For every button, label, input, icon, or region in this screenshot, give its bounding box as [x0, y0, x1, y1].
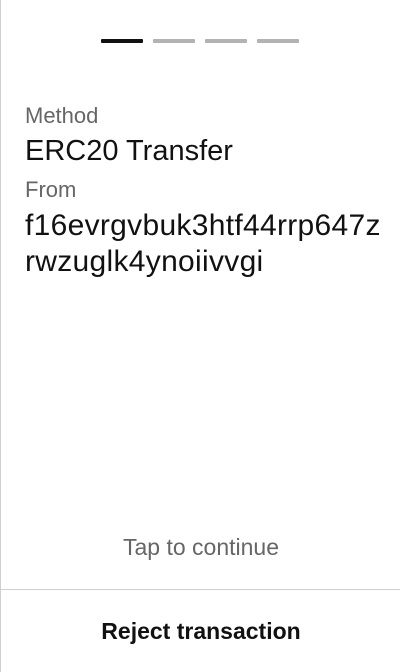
- transaction-details: Method ERC20 Transfer From f16evrgvbuk3h…: [25, 100, 381, 280]
- progress-step-1: [101, 39, 143, 43]
- from-label: From: [25, 177, 77, 202]
- method-value: ERC20 Transfer: [25, 135, 233, 167]
- step-progress-indicator: [101, 39, 299, 43]
- progress-step-2: [153, 39, 195, 43]
- progress-step-4: [257, 39, 299, 43]
- progress-step-3: [205, 39, 247, 43]
- from-address: f16evrgvbuk3htf44rrp647zrwzuglk4ynoiivvg…: [25, 209, 381, 278]
- transaction-review-screen[interactable]: Method ERC20 Transfer From f16evrgvbuk3h…: [0, 0, 400, 672]
- tap-to-continue-hint[interactable]: Tap to continue: [1, 530, 400, 564]
- method-label: Method: [25, 103, 99, 128]
- reject-transaction-button[interactable]: Reject transaction: [1, 590, 400, 672]
